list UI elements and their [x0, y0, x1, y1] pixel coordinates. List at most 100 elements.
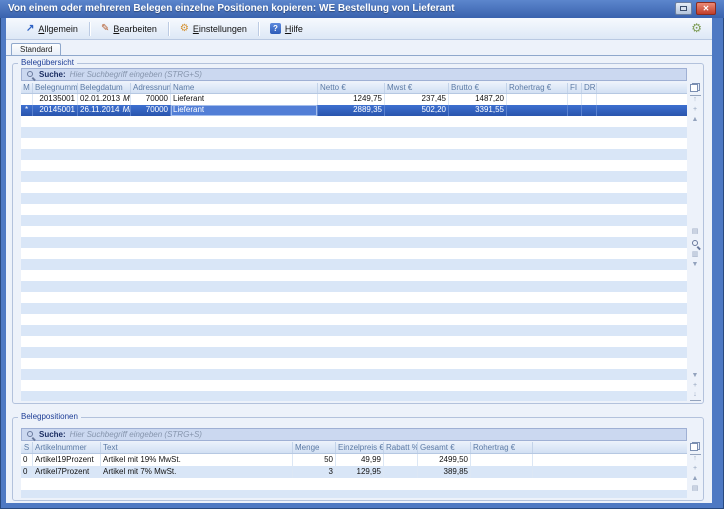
cell-filler — [533, 466, 687, 478]
beleguebersicht-label: Belegübersicht — [18, 58, 77, 68]
grid-panel-icon[interactable]: ▤ — [690, 484, 701, 494]
scroll-up-icon[interactable]: ▲ — [690, 115, 701, 125]
allgemein-arrow-icon: ↗ — [26, 24, 34, 34]
scroll-down-icon[interactable]: ▼ — [690, 371, 701, 381]
dialog-window: Von einem oder mehreren Belegen einzelne… — [0, 0, 724, 509]
search-placeholder: Hier Suchbegriff eingeben (STRG+S) — [70, 430, 202, 439]
cell-gesamt: 389,85 — [418, 466, 471, 478]
cell-brutto: 3391,55 — [449, 105, 507, 116]
close-icon: ✕ — [703, 5, 710, 13]
cell-rohertrag — [471, 454, 533, 466]
column-header-adressnummer[interactable]: Adressnumm — [131, 83, 171, 93]
cell-rohertrag — [507, 105, 568, 116]
cell-filler — [597, 105, 687, 116]
cell-mwst: 237,45 — [385, 94, 449, 105]
toolbar-separator — [168, 22, 169, 36]
column-header-einzelpreis[interactable]: Einzelpreis € — [336, 442, 384, 453]
einstellungen-button[interactable]: ⚙ Einstellungen — [172, 21, 255, 37]
close-button[interactable]: ✕ — [696, 2, 716, 15]
grid-panel2-icon[interactable]: ▥ — [690, 250, 701, 260]
restore-icon — [680, 6, 687, 11]
cell-s: 0 — [21, 454, 33, 466]
table-row[interactable]: 20135001 02.01.2013Mi 70000 Lieferant 12… — [21, 94, 687, 105]
cell-belegdatum: 26.11.2014Mi — [78, 105, 131, 116]
toolbar-separator — [258, 22, 259, 36]
grid-search-icon[interactable] — [691, 239, 700, 248]
cell-name-focused: Lieferant — [171, 105, 318, 116]
hilfe-label: Hilfe — [285, 24, 303, 34]
scroll-first-icon[interactable]: ↑ — [690, 454, 701, 464]
column-header-name[interactable]: Name — [171, 83, 318, 93]
cell-netto: 1249,75 — [318, 94, 385, 105]
cell-mwst: 502,20 — [385, 105, 449, 116]
scroll-prev-icon[interactable]: + — [690, 105, 701, 115]
column-header-rohertrag[interactable]: Rohertrag € — [471, 442, 533, 453]
column-header-rabatt[interactable]: Rabatt % — [384, 442, 418, 453]
scroll-last-icon[interactable]: ↓ — [690, 391, 701, 401]
column-header-gesamt[interactable]: Gesamt € — [418, 442, 471, 453]
cell-dr — [582, 105, 597, 116]
cell-text: Artikel mit 19% MwSt. — [101, 454, 293, 466]
table-row[interactable]: 0 Artikel19Prozent Artikel mit 19% MwSt.… — [21, 454, 687, 466]
settings-gear-icon: ⚙ — [180, 24, 189, 34]
empty-rows-area — [21, 478, 687, 498]
column-header-belegdatum[interactable]: Belegdatum — [78, 83, 131, 93]
window-title: Von einem oder mehreren Belegen einzelne… — [8, 0, 455, 18]
cell-gesamt: 2499,50 — [418, 454, 471, 466]
column-header-fi[interactable]: FI — [568, 83, 582, 93]
scroll-first-icon[interactable]: ↑ — [690, 95, 701, 105]
restore-button[interactable] — [675, 2, 692, 15]
cell-s: 0 — [21, 466, 33, 478]
scroll-up-icon[interactable]: ▲ — [690, 474, 701, 484]
bearbeiten-button[interactable]: ✎ Bearbeiten — [93, 21, 165, 37]
belegpositionen-header-row: S Artikelnummer Text Menge Einzelpreis €… — [21, 442, 687, 454]
edit-pencil-icon: ✎ — [101, 24, 109, 34]
column-header-dr[interactable]: DR — [582, 83, 597, 93]
column-header-m[interactable]: M — [21, 83, 33, 93]
beleguebersicht-header-row: M Belegnumme Belegdatum Adressnumm Name … — [21, 83, 687, 94]
column-header-mwst[interactable]: Mwst € — [385, 83, 449, 93]
cell-rabatt — [384, 466, 418, 478]
beleguebersicht-search-input[interactable]: Suche: Hier Suchbegriff eingeben (STRG+S… — [21, 68, 687, 81]
grid-panel-icon[interactable]: ▤ — [690, 227, 701, 237]
column-header-filler — [533, 442, 687, 453]
refresh-settings-icon[interactable]: ⚙ — [691, 21, 702, 35]
column-header-belegnummer[interactable]: Belegnumme — [33, 83, 78, 93]
grid-filter-icon[interactable]: ▼ — [690, 260, 701, 270]
toolbar-separator — [89, 22, 90, 36]
table-row[interactable]: 0 Artikel7Prozent Artikel mit 7% MwSt. 3… — [21, 466, 687, 478]
hilfe-button[interactable]: ? Hilfe — [262, 20, 311, 37]
column-chooser-icon[interactable] — [690, 83, 700, 92]
cell-einzelpreis: 129,95 — [336, 466, 384, 478]
einstellungen-label: Einstellungen — [193, 24, 247, 34]
cell-rabatt — [384, 454, 418, 466]
allgemein-label: Allgemein — [38, 24, 78, 34]
cell-fi — [568, 105, 582, 116]
table-row-selected[interactable]: * 20145001 26.11.2014Mi 70000 Lieferant … — [21, 105, 687, 116]
belegpositionen-group: Belegpositionen Suche: Hier Suchbegriff … — [12, 417, 704, 501]
column-header-s[interactable]: S — [21, 442, 33, 453]
column-header-menge[interactable]: Menge — [293, 442, 336, 453]
scroll-prev-icon[interactable]: + — [690, 464, 701, 474]
main-toolbar: ↗ Allgemein ✎ Bearbeiten ⚙ Einstellungen… — [6, 18, 712, 40]
cell-menge: 50 — [293, 454, 336, 466]
column-header-netto[interactable]: Netto € — [318, 83, 385, 93]
tab-strip: Standard — [6, 41, 712, 55]
cell-filler — [597, 94, 687, 105]
column-header-text[interactable]: Text — [101, 442, 293, 453]
grid-side-scrollbar: ↑ + ▲ ▤ — [688, 442, 702, 498]
cell-fi — [568, 94, 582, 105]
column-chooser-icon[interactable] — [690, 442, 700, 451]
cell-menge: 3 — [293, 466, 336, 478]
column-header-brutto[interactable]: Brutto € — [449, 83, 507, 93]
cell-adressnummer: 70000 — [131, 94, 171, 105]
scroll-next-icon[interactable]: + — [690, 381, 701, 391]
help-icon: ? — [270, 23, 281, 34]
belegpositionen-search-input[interactable]: Suche: Hier Suchbegriff eingeben (STRG+S… — [21, 428, 687, 441]
cell-filler — [533, 454, 687, 466]
allgemein-button[interactable]: ↗ Allgemein — [18, 21, 86, 37]
tab-standard[interactable]: Standard — [11, 43, 61, 55]
column-header-rohertrag[interactable]: Rohertrag € — [507, 83, 568, 93]
column-header-artikelnummer[interactable]: Artikelnummer — [33, 442, 101, 453]
title-bar: Von einem oder mehreren Belegen einzelne… — [0, 0, 724, 18]
